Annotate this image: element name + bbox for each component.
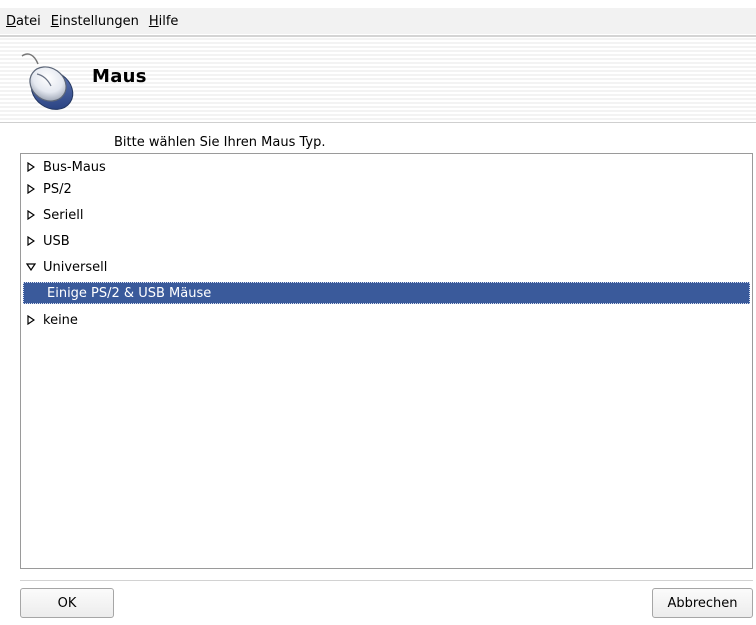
instruction-label: Bitte wählen Sie Ihren Maus Typ. [114, 135, 326, 150]
tree-item-universell[interactable]: Universell [23, 256, 750, 278]
header-banner: Maus [0, 38, 756, 122]
tree-item-seriell[interactable]: Seriell [23, 204, 750, 226]
button-divider [20, 580, 753, 581]
tree-item-usb[interactable]: USB [23, 230, 750, 252]
expand-arrow-icon[interactable] [23, 315, 39, 325]
mouse-config-window: Datei Einstellungen Hilfe Maus Bitte wäh… [0, 0, 756, 625]
tree-item-keine[interactable]: keine [23, 309, 750, 331]
menu-einstellungen[interactable]: Einstellungen [51, 12, 139, 31]
tree-item-bus-maus[interactable]: Bus-Maus [23, 156, 750, 178]
menu-datei[interactable]: Datei [6, 12, 41, 31]
ok-button[interactable]: OK [20, 588, 114, 618]
tree-item-einige-ps2-usb[interactable]: Einige PS/2 & USB Mäuse [23, 282, 750, 304]
mouse-type-tree[interactable]: Bus-Maus PS/2 Seriell USB Universell Ein… [20, 153, 753, 569]
mouse-icon [21, 53, 74, 110]
header-divider [0, 122, 756, 123]
menu-hilfe[interactable]: Hilfe [149, 12, 179, 31]
menubar: Datei Einstellungen Hilfe [0, 8, 756, 34]
cancel-button[interactable]: Abbrechen [652, 588, 753, 618]
expand-arrow-icon[interactable] [23, 210, 39, 220]
expand-arrow-icon[interactable] [23, 162, 39, 172]
tree-item-ps2[interactable]: PS/2 [23, 178, 750, 200]
collapse-arrow-icon[interactable] [23, 263, 39, 271]
expand-arrow-icon[interactable] [23, 236, 39, 246]
page-title: Maus [92, 66, 147, 87]
expand-arrow-icon[interactable] [23, 184, 39, 194]
